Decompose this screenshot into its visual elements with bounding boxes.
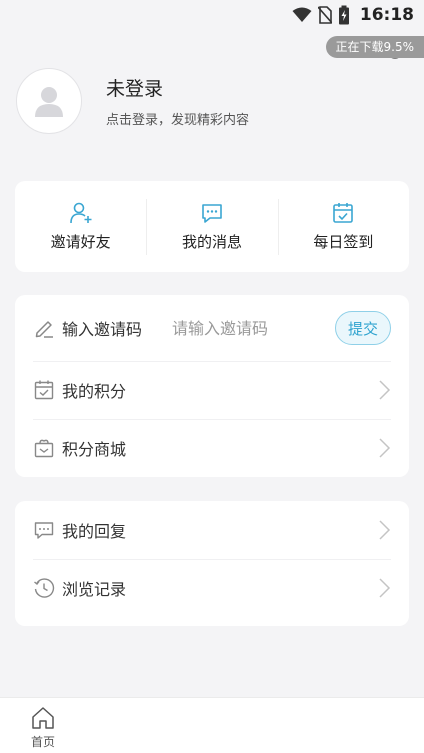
points-card: 输入邀请码 提交 我的积分 积分商城 xyxy=(15,295,409,477)
default-user-icon xyxy=(35,87,63,117)
wifi-icon xyxy=(292,7,312,22)
chevron-right-icon xyxy=(379,520,391,540)
status-time: 16:18 xyxy=(359,5,414,25)
daily-checkin-label: 每日签到 xyxy=(313,232,374,251)
activity-card: 我的回复 浏览记录 xyxy=(15,501,409,626)
pencil-icon xyxy=(35,321,53,338)
message-icon xyxy=(202,203,222,223)
tab-home-label: 首页 xyxy=(30,735,55,749)
chevron-right-icon xyxy=(379,438,391,458)
my-replies-label: 我的回复 xyxy=(62,522,127,541)
invite-friends-button[interactable]: 邀请好友 xyxy=(15,197,146,257)
tab-home[interactable]: 首页 xyxy=(24,705,62,750)
login-status: 未登录 xyxy=(106,78,164,100)
add-user-icon xyxy=(69,202,92,223)
daily-checkin-button[interactable]: 每日签到 xyxy=(277,197,409,257)
quick-actions-card: 邀请好友 我的消息 每日签到 xyxy=(15,181,409,272)
my-replies-row[interactable]: 我的回复 xyxy=(15,501,409,559)
profile-text: 未登录 点击登录，发现精彩内容 xyxy=(106,74,249,128)
invite-code-input[interactable] xyxy=(172,318,303,338)
download-progress-toast: 正在下载9.5% xyxy=(325,36,424,58)
my-points-row[interactable]: 我的积分 xyxy=(15,361,409,419)
login-prompt: 点击登录，发现精彩内容 xyxy=(106,113,250,128)
my-points-label: 我的积分 xyxy=(62,382,127,401)
my-messages-label: 我的消息 xyxy=(181,232,242,251)
status-bar: 16:18 xyxy=(0,0,424,30)
invite-code-label: 输入邀请码 xyxy=(62,320,143,339)
shop-gift-icon xyxy=(34,439,54,458)
no-sim-icon xyxy=(317,6,332,24)
profile-header[interactable]: 未登录 点击登录，发现精彩内容 xyxy=(16,68,408,134)
submit-button[interactable]: 提交 xyxy=(335,311,391,345)
reply-icon xyxy=(34,522,54,539)
points-shop-row[interactable]: 积分商城 xyxy=(15,419,409,477)
calendar-check-icon xyxy=(333,202,354,223)
browsing-history-label: 浏览记录 xyxy=(62,580,127,599)
chevron-right-icon xyxy=(379,380,391,400)
my-messages-button[interactable]: 我的消息 xyxy=(146,197,277,257)
history-icon xyxy=(34,578,55,598)
home-icon xyxy=(32,707,54,729)
chevron-right-icon xyxy=(379,578,391,598)
bottom-tab-bar: 首页 xyxy=(0,697,424,753)
points-shop-label: 积分商城 xyxy=(62,440,127,459)
browsing-history-row[interactable]: 浏览记录 xyxy=(15,559,409,617)
invite-friends-label: 邀请好友 xyxy=(50,232,111,251)
invite-code-row: 输入邀请码 提交 xyxy=(15,295,409,361)
battery-charging-icon xyxy=(338,5,349,25)
avatar[interactable] xyxy=(16,68,82,134)
points-calendar-icon xyxy=(34,380,54,400)
